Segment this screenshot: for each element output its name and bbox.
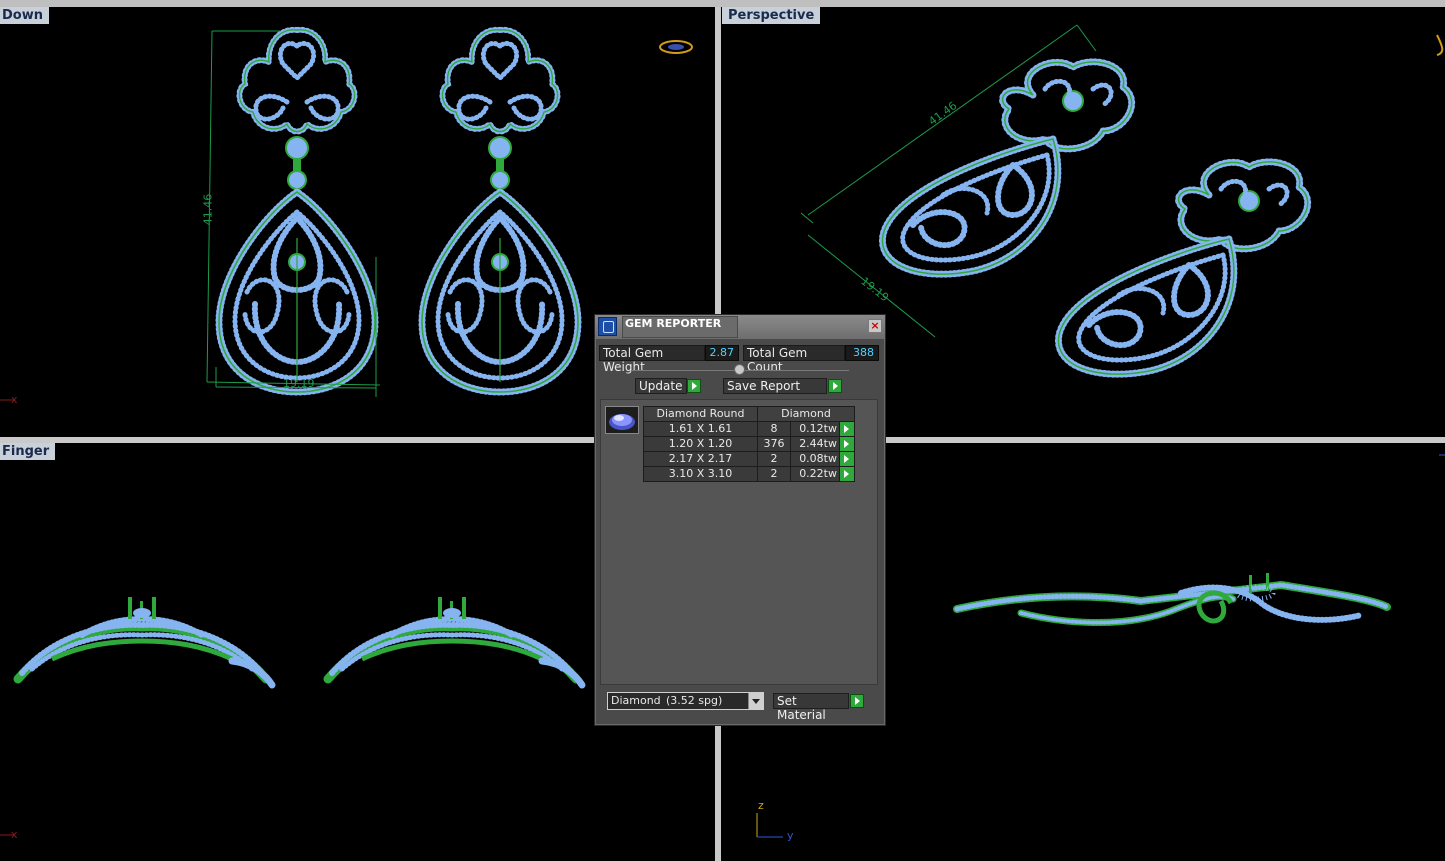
gem-weight-cell: 2.44tw [790, 436, 840, 452]
collapse-knob-icon[interactable] [734, 364, 745, 375]
column-header-material: Diamond [757, 406, 855, 422]
table-row[interactable]: 1.20 X 1.20 376 2.44tw [643, 436, 855, 452]
gem-list-panel: Diamond Round Diamond 1.61 X 1.61 8 0.12… [600, 399, 878, 685]
update-button[interactable]: Update [635, 378, 687, 394]
total-gem-count-label: Total Gem Count [743, 345, 845, 374]
dimension-length-top: 41.46 [201, 193, 215, 226]
table-row[interactable]: 3.10 X 3.10 2 0.22tw [643, 466, 855, 482]
chevron-down-icon[interactable] [748, 693, 763, 709]
axis-z-label: z [758, 799, 764, 812]
close-button[interactable]: × [868, 319, 882, 333]
row-select-go-icon[interactable] [839, 421, 855, 437]
gem-weight-cell: 0.08tw [790, 451, 840, 467]
save-report-go-icon[interactable] [828, 379, 842, 393]
axis-x-label: x [11, 393, 18, 406]
material-select[interactable]: Diamond (3.52 spg) [607, 692, 764, 710]
gem-size-cell: 1.61 X 1.61 [643, 421, 758, 437]
total-gem-weight-value: 2.87 [705, 345, 739, 361]
update-go-icon[interactable] [687, 379, 701, 393]
viewport-label-perspective[interactable]: Perspective [722, 7, 821, 24]
column-header-shape: Diamond Round [643, 406, 758, 422]
dimension-width-top: 19.19 [283, 377, 315, 390]
table-row[interactable]: 2.17 X 2.17 2 0.08tw [643, 451, 855, 467]
gem-reporter-app-icon [598, 317, 617, 336]
gem-size-cell: 1.20 X 1.20 [643, 436, 758, 452]
set-material-go-icon[interactable] [850, 694, 864, 708]
row-select-go-icon[interactable] [839, 466, 855, 482]
gem-count-cell: 8 [757, 421, 791, 437]
viewport-label-top[interactable]: Down [0, 7, 49, 24]
ring-gizmo-icon [1436, 34, 1444, 56]
gem-count-cell: 376 [757, 436, 791, 452]
table-row[interactable]: 1.61 X 1.61 8 0.12tw [643, 421, 855, 437]
material-select-spg: (3.52 spg) [666, 694, 723, 707]
diamond-round-thumbnail[interactable] [605, 406, 639, 434]
gem-size-cell: 2.17 X 2.17 [643, 451, 758, 467]
material-select-value: Diamond [611, 694, 661, 707]
gem-reporter-title: GEM REPORTER [622, 316, 738, 338]
gem-reporter-dialog[interactable]: GEM REPORTER × Total Gem Weight 2.87 Tot… [594, 314, 886, 726]
viewport-label-front[interactable]: Finger [0, 443, 56, 460]
gem-count-cell: 2 [757, 451, 791, 467]
gem-table-header: Diamond Round Diamond [643, 406, 855, 422]
total-gem-weight-label: Total Gem Weight [599, 345, 705, 374]
gem-reporter-titlebar[interactable]: GEM REPORTER × [595, 315, 885, 339]
gem-weight-cell: 0.12tw [790, 421, 840, 437]
save-report-button[interactable]: Save Report [723, 378, 827, 394]
gem-weight-cell: 0.22tw [790, 466, 840, 482]
axis-y-label: y [787, 829, 794, 842]
row-select-go-icon[interactable] [839, 436, 855, 452]
gem-size-cell: 3.10 X 3.10 [643, 466, 758, 482]
gem-count-cell: 2 [757, 466, 791, 482]
total-gem-count-value: 388 [845, 345, 879, 361]
set-material-button[interactable]: Set Material [773, 693, 849, 722]
ring-gizmo-icon [659, 40, 693, 54]
row-select-go-icon[interactable] [839, 451, 855, 467]
axis-x-label: x [11, 828, 18, 841]
gem-table: Diamond Round Diamond 1.61 X 1.61 8 0.12… [643, 406, 855, 482]
top-border [0, 0, 1445, 7]
